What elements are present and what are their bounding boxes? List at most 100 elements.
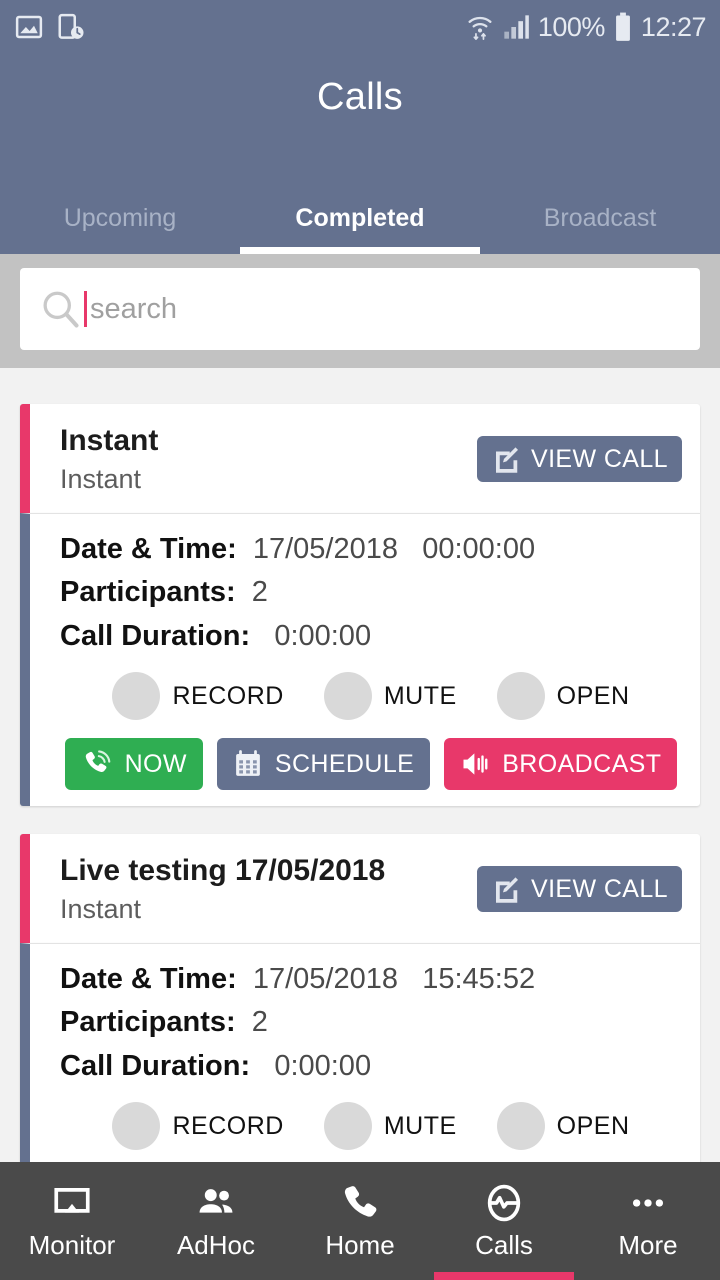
search-icon bbox=[38, 287, 82, 331]
status-left-icons bbox=[14, 12, 86, 42]
duration-value: 0:00:00 bbox=[274, 1049, 372, 1082]
speaker-icon bbox=[460, 749, 490, 779]
phone-waves-icon bbox=[81, 748, 113, 780]
app-header: Calls Upcoming Completed Broadcast bbox=[0, 54, 720, 254]
bottom-navigation: Monitor AdHoc Home Calls More bbox=[0, 1162, 720, 1280]
battery-full-icon bbox=[613, 12, 633, 42]
tab-upcoming[interactable]: Upcoming bbox=[0, 182, 240, 254]
participants-value: 2 bbox=[251, 576, 268, 609]
broadcast-button[interactable]: BROADCAST bbox=[444, 738, 678, 791]
search-input[interactable]: search bbox=[20, 268, 700, 350]
search-band: search bbox=[0, 254, 720, 368]
battery-percent-label: 100% bbox=[537, 11, 606, 42]
participants-row: Participants: 2 bbox=[60, 1001, 682, 1045]
status-bar: 100% 12:27 bbox=[0, 0, 720, 54]
call-subtitle: Instant bbox=[60, 893, 142, 924]
open-knob[interactable] bbox=[496, 1102, 545, 1151]
broadcast-label: BROADCAST bbox=[502, 749, 662, 778]
app-screen: 100% 12:27 Calls Upcoming Completed Broa… bbox=[0, 0, 720, 1280]
now-button[interactable]: NOW bbox=[64, 738, 203, 791]
tab-completed[interactable]: Completed bbox=[240, 182, 480, 254]
view-call-button[interactable]: VIEW CALL bbox=[477, 436, 682, 483]
signal-bars-icon bbox=[502, 13, 530, 41]
call-card[interactable]: Instant Instant VIEW CALL Date & Time: 1… bbox=[20, 404, 700, 807]
call-card-header: Live testing 17/05/2018 Instant VIEW CAL… bbox=[20, 834, 700, 943]
record-knob[interactable] bbox=[112, 672, 161, 721]
nav-item-more[interactable]: More bbox=[576, 1162, 720, 1280]
device-clock-icon bbox=[56, 12, 86, 42]
toggle-row: RECORD MUTE OPEN bbox=[60, 672, 682, 721]
schedule-button[interactable]: SCHEDULE bbox=[216, 738, 431, 791]
record-toggle[interactable]: RECORD bbox=[112, 672, 284, 721]
page-title: Calls bbox=[317, 76, 403, 118]
edit-icon bbox=[491, 444, 521, 474]
pulse-circle-icon bbox=[483, 1182, 525, 1224]
time-value: 15:45:52 bbox=[422, 962, 536, 995]
call-card-body: Date & Time: 17/05/2018 15:45:52 Partici… bbox=[20, 942, 700, 1162]
more-dots-icon bbox=[627, 1182, 669, 1224]
view-call-button[interactable]: VIEW CALL bbox=[477, 866, 682, 913]
participants-value: 2 bbox=[251, 1006, 268, 1039]
duration-value: 0:00:00 bbox=[274, 619, 372, 652]
search-placeholder: search bbox=[90, 292, 178, 325]
calendar-icon bbox=[233, 749, 263, 779]
call-card-header: Instant Instant VIEW CALL bbox=[20, 404, 700, 513]
call-card[interactable]: Live testing 17/05/2018 Instant VIEW CAL… bbox=[20, 834, 700, 1162]
toggle-row: RECORD MUTE OPEN bbox=[60, 1102, 682, 1151]
date-time-label: Date & Time: bbox=[60, 962, 237, 995]
time-value: 00:00:00 bbox=[422, 532, 536, 565]
date-time-row: Date & Time: 17/05/2018 00:00:00 bbox=[60, 528, 682, 572]
view-call-label: VIEW CALL bbox=[531, 444, 668, 473]
mute-knob[interactable] bbox=[323, 672, 372, 721]
record-knob[interactable] bbox=[112, 1102, 161, 1151]
text-caret bbox=[84, 291, 87, 327]
mute-toggle[interactable]: MUTE bbox=[323, 672, 457, 721]
call-card-titles: Live testing 17/05/2018 Instant bbox=[60, 852, 477, 927]
nav-label-more: More bbox=[618, 1229, 678, 1260]
open-toggle[interactable]: OPEN bbox=[496, 1102, 630, 1151]
mute-knob[interactable] bbox=[323, 1102, 372, 1151]
open-label: OPEN bbox=[556, 1111, 630, 1140]
record-label: RECORD bbox=[172, 1111, 284, 1140]
call-title: Live testing 17/05/2018 bbox=[60, 854, 386, 888]
participants-label: Participants: bbox=[60, 1006, 236, 1039]
record-toggle[interactable]: RECORD bbox=[112, 1102, 284, 1151]
phone-icon bbox=[339, 1182, 381, 1224]
tab-broadcast[interactable]: Broadcast bbox=[480, 182, 720, 254]
nav-label-monitor: Monitor bbox=[28, 1229, 116, 1260]
mute-label: MUTE bbox=[383, 1111, 457, 1140]
action-row: NOW SCHEDULE BROADCAST bbox=[60, 738, 682, 791]
now-label: NOW bbox=[124, 749, 187, 778]
nav-item-calls[interactable]: Calls bbox=[432, 1162, 576, 1280]
nav-item-adhoc[interactable]: AdHoc bbox=[144, 1162, 288, 1280]
open-toggle[interactable]: OPEN bbox=[496, 672, 630, 721]
schedule-label: SCHEDULE bbox=[274, 749, 415, 778]
record-label: RECORD bbox=[172, 681, 284, 710]
view-call-label: VIEW CALL bbox=[531, 874, 668, 903]
open-knob[interactable] bbox=[496, 672, 545, 721]
duration-row: Call Duration: 0:00:00 bbox=[60, 615, 682, 659]
clock-label: 12:27 bbox=[640, 11, 707, 42]
mute-toggle[interactable]: MUTE bbox=[323, 1102, 457, 1151]
duration-label: Call Duration: bbox=[60, 619, 251, 652]
people-icon bbox=[195, 1182, 237, 1224]
date-value: 17/05/2018 bbox=[252, 532, 399, 565]
cast-icon bbox=[51, 1182, 93, 1224]
participants-row: Participants: 2 bbox=[60, 571, 682, 615]
nav-label-home: Home bbox=[325, 1229, 395, 1260]
call-card-titles: Instant Instant bbox=[60, 422, 477, 497]
nav-label-adhoc: AdHoc bbox=[176, 1229, 256, 1260]
duration-row: Call Duration: 0:00:00 bbox=[60, 1045, 682, 1089]
call-list[interactable]: Instant Instant VIEW CALL Date & Time: 1… bbox=[0, 376, 720, 1162]
image-icon bbox=[14, 12, 44, 42]
nav-item-monitor[interactable]: Monitor bbox=[0, 1162, 144, 1280]
call-title: Instant bbox=[60, 424, 159, 457]
date-time-row: Date & Time: 17/05/2018 15:45:52 bbox=[60, 958, 682, 1002]
edit-icon bbox=[491, 874, 521, 904]
duration-label: Call Duration: bbox=[60, 1049, 251, 1082]
open-label: OPEN bbox=[556, 681, 630, 710]
wifi-icon bbox=[466, 12, 494, 42]
date-value: 17/05/2018 bbox=[252, 962, 399, 995]
nav-item-home[interactable]: Home bbox=[288, 1162, 432, 1280]
status-right-icons: 100% 12:27 bbox=[466, 11, 707, 43]
